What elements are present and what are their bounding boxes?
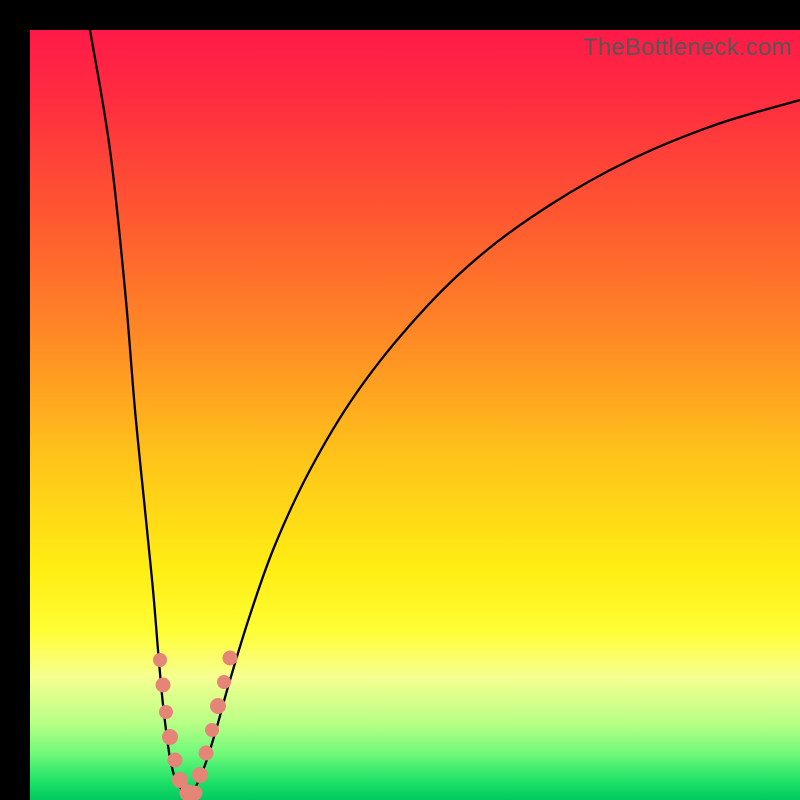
data-point xyxy=(205,723,219,737)
data-point xyxy=(217,675,231,689)
gradient-background xyxy=(30,30,800,800)
data-point xyxy=(153,653,167,667)
data-point xyxy=(159,705,173,719)
data-point xyxy=(188,786,203,800)
data-point xyxy=(156,678,171,693)
bottleneck-curve-chart xyxy=(30,30,800,800)
data-point xyxy=(210,698,226,714)
data-point xyxy=(192,767,208,783)
data-point xyxy=(223,651,238,666)
data-point xyxy=(162,729,178,745)
data-point xyxy=(168,753,183,768)
data-point xyxy=(199,746,214,761)
chart-plot-area: TheBottleneck.com xyxy=(30,30,800,800)
watermark-attribution: TheBottleneck.com xyxy=(583,34,792,62)
